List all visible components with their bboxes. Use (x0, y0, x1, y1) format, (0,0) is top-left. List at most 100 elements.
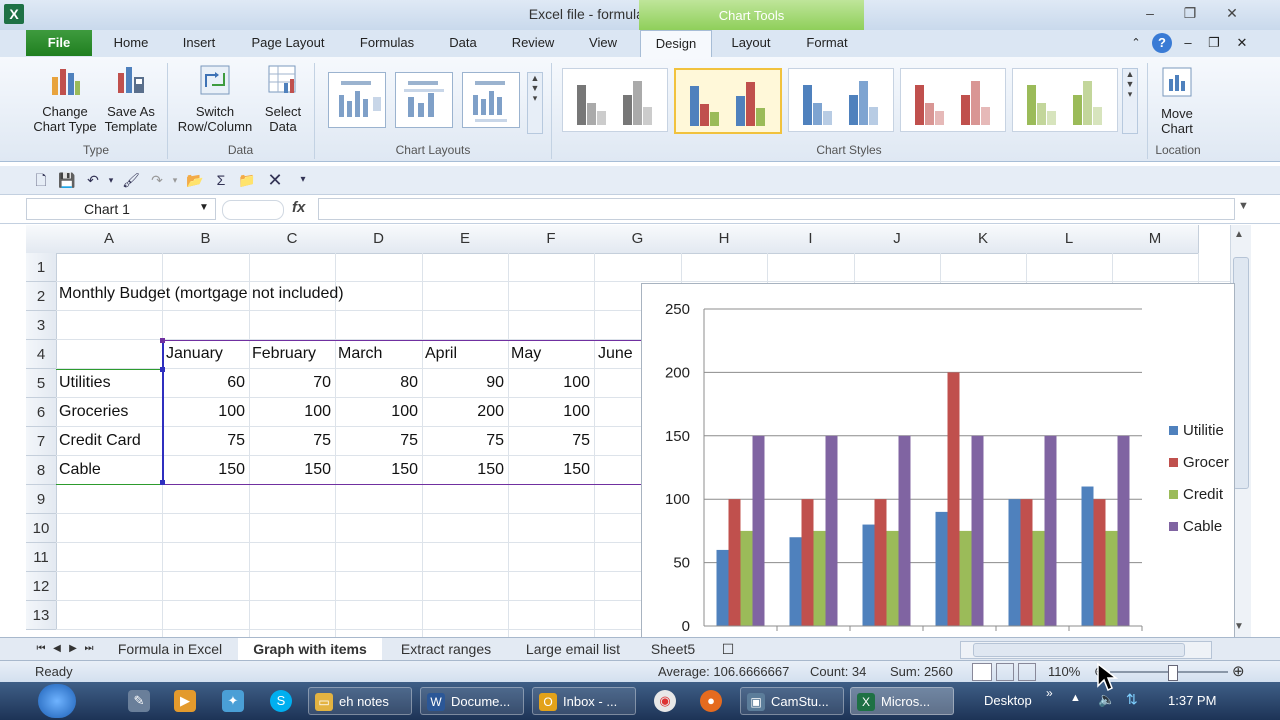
restore-icon[interactable]: ❐ (1176, 2, 1204, 24)
column-header-i[interactable]: I (767, 225, 855, 254)
close-icon[interactable]: ✕ (1218, 2, 1246, 24)
row-header-12[interactable]: 12 (26, 572, 57, 601)
page-break-view-icon[interactable] (1018, 663, 1036, 681)
redo-dropdown-icon[interactable]: ▾ (166, 171, 184, 189)
row-header-13[interactable]: 13 (26, 601, 57, 630)
last-sheet-icon[interactable]: ⏭ (82, 638, 96, 660)
row-header-4[interactable]: 4 (26, 340, 57, 369)
row-header-2[interactable]: 2 (26, 282, 57, 311)
chart-bar[interactable] (947, 372, 960, 626)
excel-app-icon[interactable]: X (4, 4, 24, 24)
chart-bar[interactable] (1032, 530, 1045, 626)
chart-bar[interactable] (874, 499, 887, 626)
tab-home[interactable]: Home (104, 30, 158, 56)
prev-sheet-icon[interactable]: ◀ (50, 638, 64, 660)
horizontal-scrollbar[interactable] (960, 641, 1212, 659)
open-folder-icon[interactable]: 📂 (186, 171, 204, 189)
chart-bar[interactable] (1117, 435, 1130, 626)
windows-start-icon[interactable] (38, 684, 76, 718)
firefox-icon[interactable]: ● (700, 690, 722, 712)
chart-style-1-thumb[interactable] (562, 68, 668, 132)
column-header-h[interactable]: H (681, 225, 768, 254)
zoom-level[interactable]: 110% (1048, 664, 1080, 679)
chart-style-3-thumb[interactable] (788, 68, 894, 132)
insert-sheet-icon[interactable]: ☐ (716, 638, 740, 660)
column-header-f[interactable]: F (508, 225, 595, 254)
chart-bar[interactable] (801, 499, 814, 626)
select-data-button[interactable]: Select Data (260, 63, 306, 134)
range-handle[interactable] (160, 480, 165, 485)
taskbar-item-camstudio[interactable]: ▣ CamStu... (740, 687, 844, 715)
chart-bar[interactable] (740, 530, 753, 626)
column-header-g[interactable]: G (594, 225, 682, 254)
change-chart-type-button[interactable]: Change Chart Type (30, 63, 100, 134)
select-all-corner[interactable] (26, 225, 57, 254)
sheet-tab-extract-ranges[interactable]: Extract ranges (386, 638, 506, 660)
workbook-minimize-icon[interactable]: – (1180, 30, 1196, 56)
chart-bar[interactable] (1093, 499, 1106, 626)
layouts-gallery-scroll[interactable]: ▲ ▼ ▾ (527, 72, 543, 134)
move-chart-button[interactable]: Move Chart (1150, 65, 1204, 136)
chrome-icon[interactable]: ◉ (654, 690, 676, 712)
chart-bar[interactable] (1008, 499, 1021, 626)
normal-view-icon[interactable] (972, 663, 992, 681)
row-header-11[interactable]: 11 (26, 543, 57, 572)
taskbar-item-document[interactable]: W Docume... (420, 687, 524, 715)
pinned-app-icon[interactable]: ✎ (128, 690, 150, 712)
column-header-c[interactable]: C (249, 225, 336, 254)
new-document-icon[interactable]: 🗋 (32, 171, 50, 189)
tab-layout[interactable]: Layout (720, 30, 782, 56)
chart-bar[interactable] (1081, 486, 1094, 626)
styles-gallery-scroll[interactable]: ▲ ▼ ▾ (1122, 68, 1138, 134)
chart-bar[interactable] (886, 530, 899, 626)
chart-style-2-thumb[interactable] (674, 68, 782, 134)
row-header-9[interactable]: 9 (26, 485, 57, 514)
sheet-tab-graph-with-items[interactable]: Graph with items (238, 638, 382, 660)
chart-bar[interactable] (935, 511, 948, 626)
save-as-template-button[interactable]: Save As Template (100, 63, 162, 134)
taskbar-item-excel[interactable]: X Micros... (850, 687, 954, 715)
network-icon[interactable]: ✦ (222, 690, 244, 712)
chart-bar[interactable] (728, 499, 741, 626)
clock-time[interactable]: 1:37 PM (1168, 693, 1216, 708)
chart-layout-2-thumb[interactable] (395, 72, 453, 128)
column-header-m[interactable]: M (1112, 225, 1199, 254)
page-layout-view-icon[interactable] (996, 663, 1014, 681)
chart-bar[interactable] (971, 435, 984, 626)
sheet-tab-large-email-list[interactable]: Large email list (510, 638, 636, 660)
range-handle[interactable] (160, 367, 165, 372)
insert-function-icon[interactable]: fx (292, 199, 305, 216)
tab-page-layout[interactable]: Page Layout (240, 30, 336, 56)
tab-view[interactable]: View (578, 30, 628, 56)
chart-style-4-thumb[interactable] (900, 68, 1006, 132)
column-header-l[interactable]: L (1026, 225, 1113, 254)
media-player-icon[interactable]: ▶ (174, 690, 196, 712)
tray-expand-icon[interactable]: ▲ (1070, 692, 1081, 704)
column-chart[interactable]: 0 50 100 150 200 250 Utilitie Grocer Credit Cable (642, 284, 1234, 641)
tab-formulas[interactable]: Formulas (348, 30, 426, 56)
row-header-5[interactable]: 5 (26, 369, 57, 398)
name-box[interactable]: Chart 1 ▼ (26, 198, 216, 220)
tab-design[interactable]: Design (640, 30, 712, 58)
taskbar-item-inbox[interactable]: O Inbox - ... (532, 687, 636, 715)
chart-bar[interactable] (959, 530, 972, 626)
row-header-3[interactable]: 3 (26, 311, 57, 340)
horizontal-scroll-thumb[interactable] (973, 643, 1185, 657)
network-tray-icon[interactable]: ⇅ (1126, 691, 1138, 708)
name-box-dropdown-icon[interactable]: ▼ (199, 202, 209, 213)
desktop-toolbar-label[interactable]: Desktop (984, 693, 1032, 708)
vertical-scroll-thumb[interactable] (1233, 257, 1249, 489)
embedded-chart[interactable]: 0 50 100 150 200 250 Utilitie Grocer Credit Cable (641, 283, 1235, 642)
tab-format[interactable]: Format (794, 30, 860, 56)
zoom-slider-thumb[interactable] (1168, 665, 1178, 681)
column-header-e[interactable]: E (422, 225, 509, 254)
cell-a2-title[interactable]: Monthly Budget (mortgage not included) (59, 285, 344, 303)
tab-insert[interactable]: Insert (170, 30, 228, 56)
chart-bar[interactable] (1044, 435, 1057, 626)
expand-formula-bar-icon[interactable]: ▼ (1238, 200, 1249, 212)
first-sheet-icon[interactable]: ⏮ (34, 638, 48, 660)
toolbar-expand-icon[interactable]: » (1046, 686, 1053, 700)
scroll-up-icon[interactable]: ▲ (1234, 229, 1244, 240)
chart-style-5-thumb[interactable] (1012, 68, 1118, 132)
row-header-6[interactable]: 6 (26, 398, 57, 427)
